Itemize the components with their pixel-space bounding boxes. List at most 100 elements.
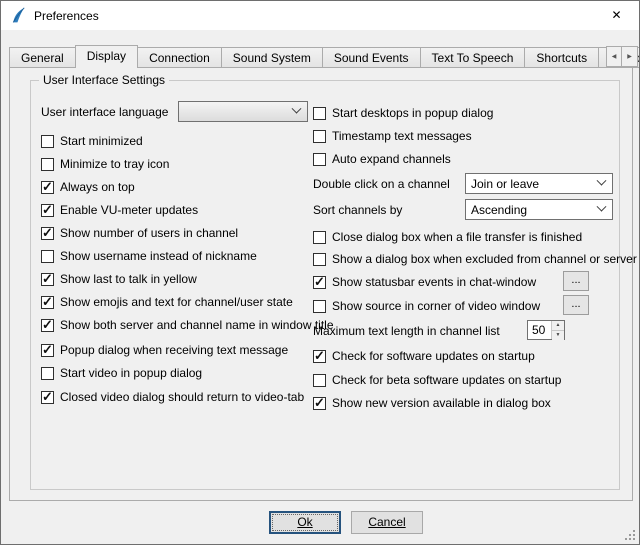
checkbox-box — [41, 135, 54, 148]
checkbox-check-beta-updates[interactable]: Check for beta software updates on start… — [313, 372, 561, 388]
checkbox-minimize-to-tray[interactable]: Minimize to tray icon — [41, 156, 169, 172]
window-title: Preferences — [34, 9, 99, 23]
checkbox-server-channel-in-title[interactable]: Show both server and channel name in win… — [41, 317, 334, 333]
checkbox-label: Auto expand channels — [332, 152, 451, 166]
tab-general[interactable]: General — [9, 47, 75, 68]
tab-sound-system[interactable]: Sound System — [221, 47, 322, 68]
checkbox-box — [313, 253, 326, 266]
spinner-up-icon[interactable]: ▲ — [552, 321, 564, 330]
max-text-length-label: Maximum text length in channel list — [313, 324, 500, 338]
checkbox-label: Timestamp text messages — [332, 129, 472, 143]
checkbox-label: Always on top — [60, 180, 135, 194]
ok-button[interactable]: Ok — [269, 511, 341, 534]
spinner-down-icon[interactable]: ▼ — [552, 330, 564, 340]
checkbox-start-minimized[interactable]: Start minimized — [41, 133, 143, 149]
cancel-button[interactable]: Cancel — [351, 511, 423, 534]
ok-button-label: Ok — [297, 515, 312, 529]
tab-bar: General Display Connection Sound System … — [1, 45, 640, 68]
group-title: User Interface Settings — [39, 73, 169, 87]
checkbox-label: Show username instead of nickname — [60, 249, 257, 263]
resize-grip[interactable] — [623, 528, 636, 541]
checkbox-label: Closed video dialog should return to vid… — [60, 390, 304, 404]
checkbox-username-instead-nickname[interactable]: Show username instead of nickname — [41, 248, 257, 264]
display-tab-page: User Interface Settings User interface l… — [9, 67, 633, 501]
checkbox-label: Minimize to tray icon — [60, 157, 169, 171]
double-click-value: Join or leave — [471, 177, 539, 191]
checkbox-label: Show both server and channel name in win… — [60, 318, 334, 332]
checkbox-label: Enable VU-meter updates — [60, 203, 198, 217]
checkbox-desktops-popup[interactable]: Start desktops in popup dialog — [313, 105, 493, 121]
checkbox-label: Show new version available in dialog box — [332, 396, 551, 410]
title-bar[interactable]: Preferences ✕ — [1, 1, 639, 30]
tab-scroller: ◀ ▶ — [606, 46, 638, 67]
tab-scroll-right-icon[interactable]: ▶ — [622, 46, 638, 67]
checkbox-vu-meter-updates[interactable]: Enable VU-meter updates — [41, 202, 198, 218]
checkbox-check-updates[interactable]: Check for software updates on startup — [313, 348, 535, 364]
app-feather-icon — [10, 7, 27, 24]
checkbox-box — [41, 273, 54, 286]
checkbox-box — [313, 276, 326, 289]
checkbox-box — [41, 181, 54, 194]
checkbox-closed-video-return[interactable]: Closed video dialog should return to vid… — [41, 389, 304, 405]
checkbox-label: Show source in corner of video window — [332, 299, 540, 313]
checkbox-show-user-count[interactable]: Show number of users in channel — [41, 225, 238, 241]
checkbox-popup-text-message[interactable]: Popup dialog when receiving text message — [41, 342, 288, 358]
preferences-dialog: Preferences ✕ General Display Connection… — [0, 0, 640, 545]
language-select[interactable] — [178, 101, 308, 122]
cancel-button-label: Cancel — [368, 515, 405, 529]
close-icon[interactable]: ✕ — [594, 1, 639, 29]
spinner-buttons: ▲ ▼ — [551, 321, 564, 339]
tab-scroll-left-icon[interactable]: ◀ — [606, 46, 622, 67]
checkbox-label: Start video in popup dialog — [60, 366, 202, 380]
checkbox-box — [313, 107, 326, 120]
checkbox-label: Check for beta software updates on start… — [332, 373, 561, 387]
checkbox-emojis-and-text[interactable]: Show emojis and text for channel/user st… — [41, 294, 293, 310]
tab-connection[interactable]: Connection — [138, 47, 221, 68]
checkbox-label: Show a dialog box when excluded from cha… — [332, 252, 637, 266]
checkbox-box — [41, 319, 54, 332]
checkbox-video-source-corner[interactable]: Show source in corner of video window — [313, 298, 540, 314]
checkbox-timestamp-messages[interactable]: Timestamp text messages — [313, 128, 472, 144]
checkbox-dialog-when-excluded[interactable]: Show a dialog box when excluded from cha… — [313, 251, 637, 267]
checkbox-box — [313, 374, 326, 387]
statusbar-events-more-button[interactable]: ... — [563, 271, 589, 291]
checkbox-box — [41, 227, 54, 240]
checkbox-close-on-transfer-finished[interactable]: Close dialog box when a file transfer is… — [313, 229, 582, 245]
video-source-more-button[interactable]: ... — [563, 295, 589, 315]
checkbox-last-to-talk-yellow[interactable]: Show last to talk in yellow — [41, 271, 197, 287]
double-click-label: Double click on a channel — [313, 177, 450, 191]
checkbox-box — [41, 204, 54, 217]
checkbox-auto-expand-channels[interactable]: Auto expand channels — [313, 151, 451, 167]
chevron-down-icon — [292, 104, 302, 114]
checkbox-statusbar-events[interactable]: Show statusbar events in chat-window — [313, 274, 536, 290]
chevron-down-icon — [597, 202, 607, 212]
checkbox-box — [41, 250, 54, 263]
checkbox-always-on-top[interactable]: Always on top — [41, 179, 135, 195]
checkbox-label: Show last to talk in yellow — [60, 272, 197, 286]
checkbox-label: Close dialog box when a file transfer is… — [332, 230, 582, 244]
tab-sound-events[interactable]: Sound Events — [322, 47, 420, 68]
double-click-select[interactable]: Join or leave — [465, 173, 613, 194]
checkbox-box — [313, 153, 326, 166]
tab-display[interactable]: Display — [75, 45, 138, 68]
language-label: User interface language — [41, 105, 168, 119]
chevron-down-icon — [597, 176, 607, 186]
checkbox-box — [313, 231, 326, 244]
checkbox-box — [313, 397, 326, 410]
tab-shortcuts[interactable]: Shortcuts — [524, 47, 598, 68]
user-interface-settings-group: User Interface Settings User interface l… — [30, 80, 620, 490]
max-text-length-spinner[interactable]: 50 ▲ ▼ — [527, 320, 565, 340]
sort-channels-label: Sort channels by — [313, 203, 402, 217]
spinner-value: 50 — [528, 321, 551, 339]
checkbox-box — [41, 391, 54, 404]
tab-text-to-speech[interactable]: Text To Speech — [420, 47, 525, 68]
checkbox-box — [41, 158, 54, 171]
sort-channels-value: Ascending — [471, 203, 527, 217]
sort-channels-select[interactable]: Ascending — [465, 199, 613, 220]
checkbox-box — [313, 300, 326, 313]
checkbox-label: Start minimized — [60, 134, 143, 148]
checkbox-box — [41, 296, 54, 309]
checkbox-new-version-dialog[interactable]: Show new version available in dialog box — [313, 395, 551, 411]
checkbox-video-popup[interactable]: Start video in popup dialog — [41, 365, 202, 381]
checkbox-label: Show statusbar events in chat-window — [332, 275, 536, 289]
